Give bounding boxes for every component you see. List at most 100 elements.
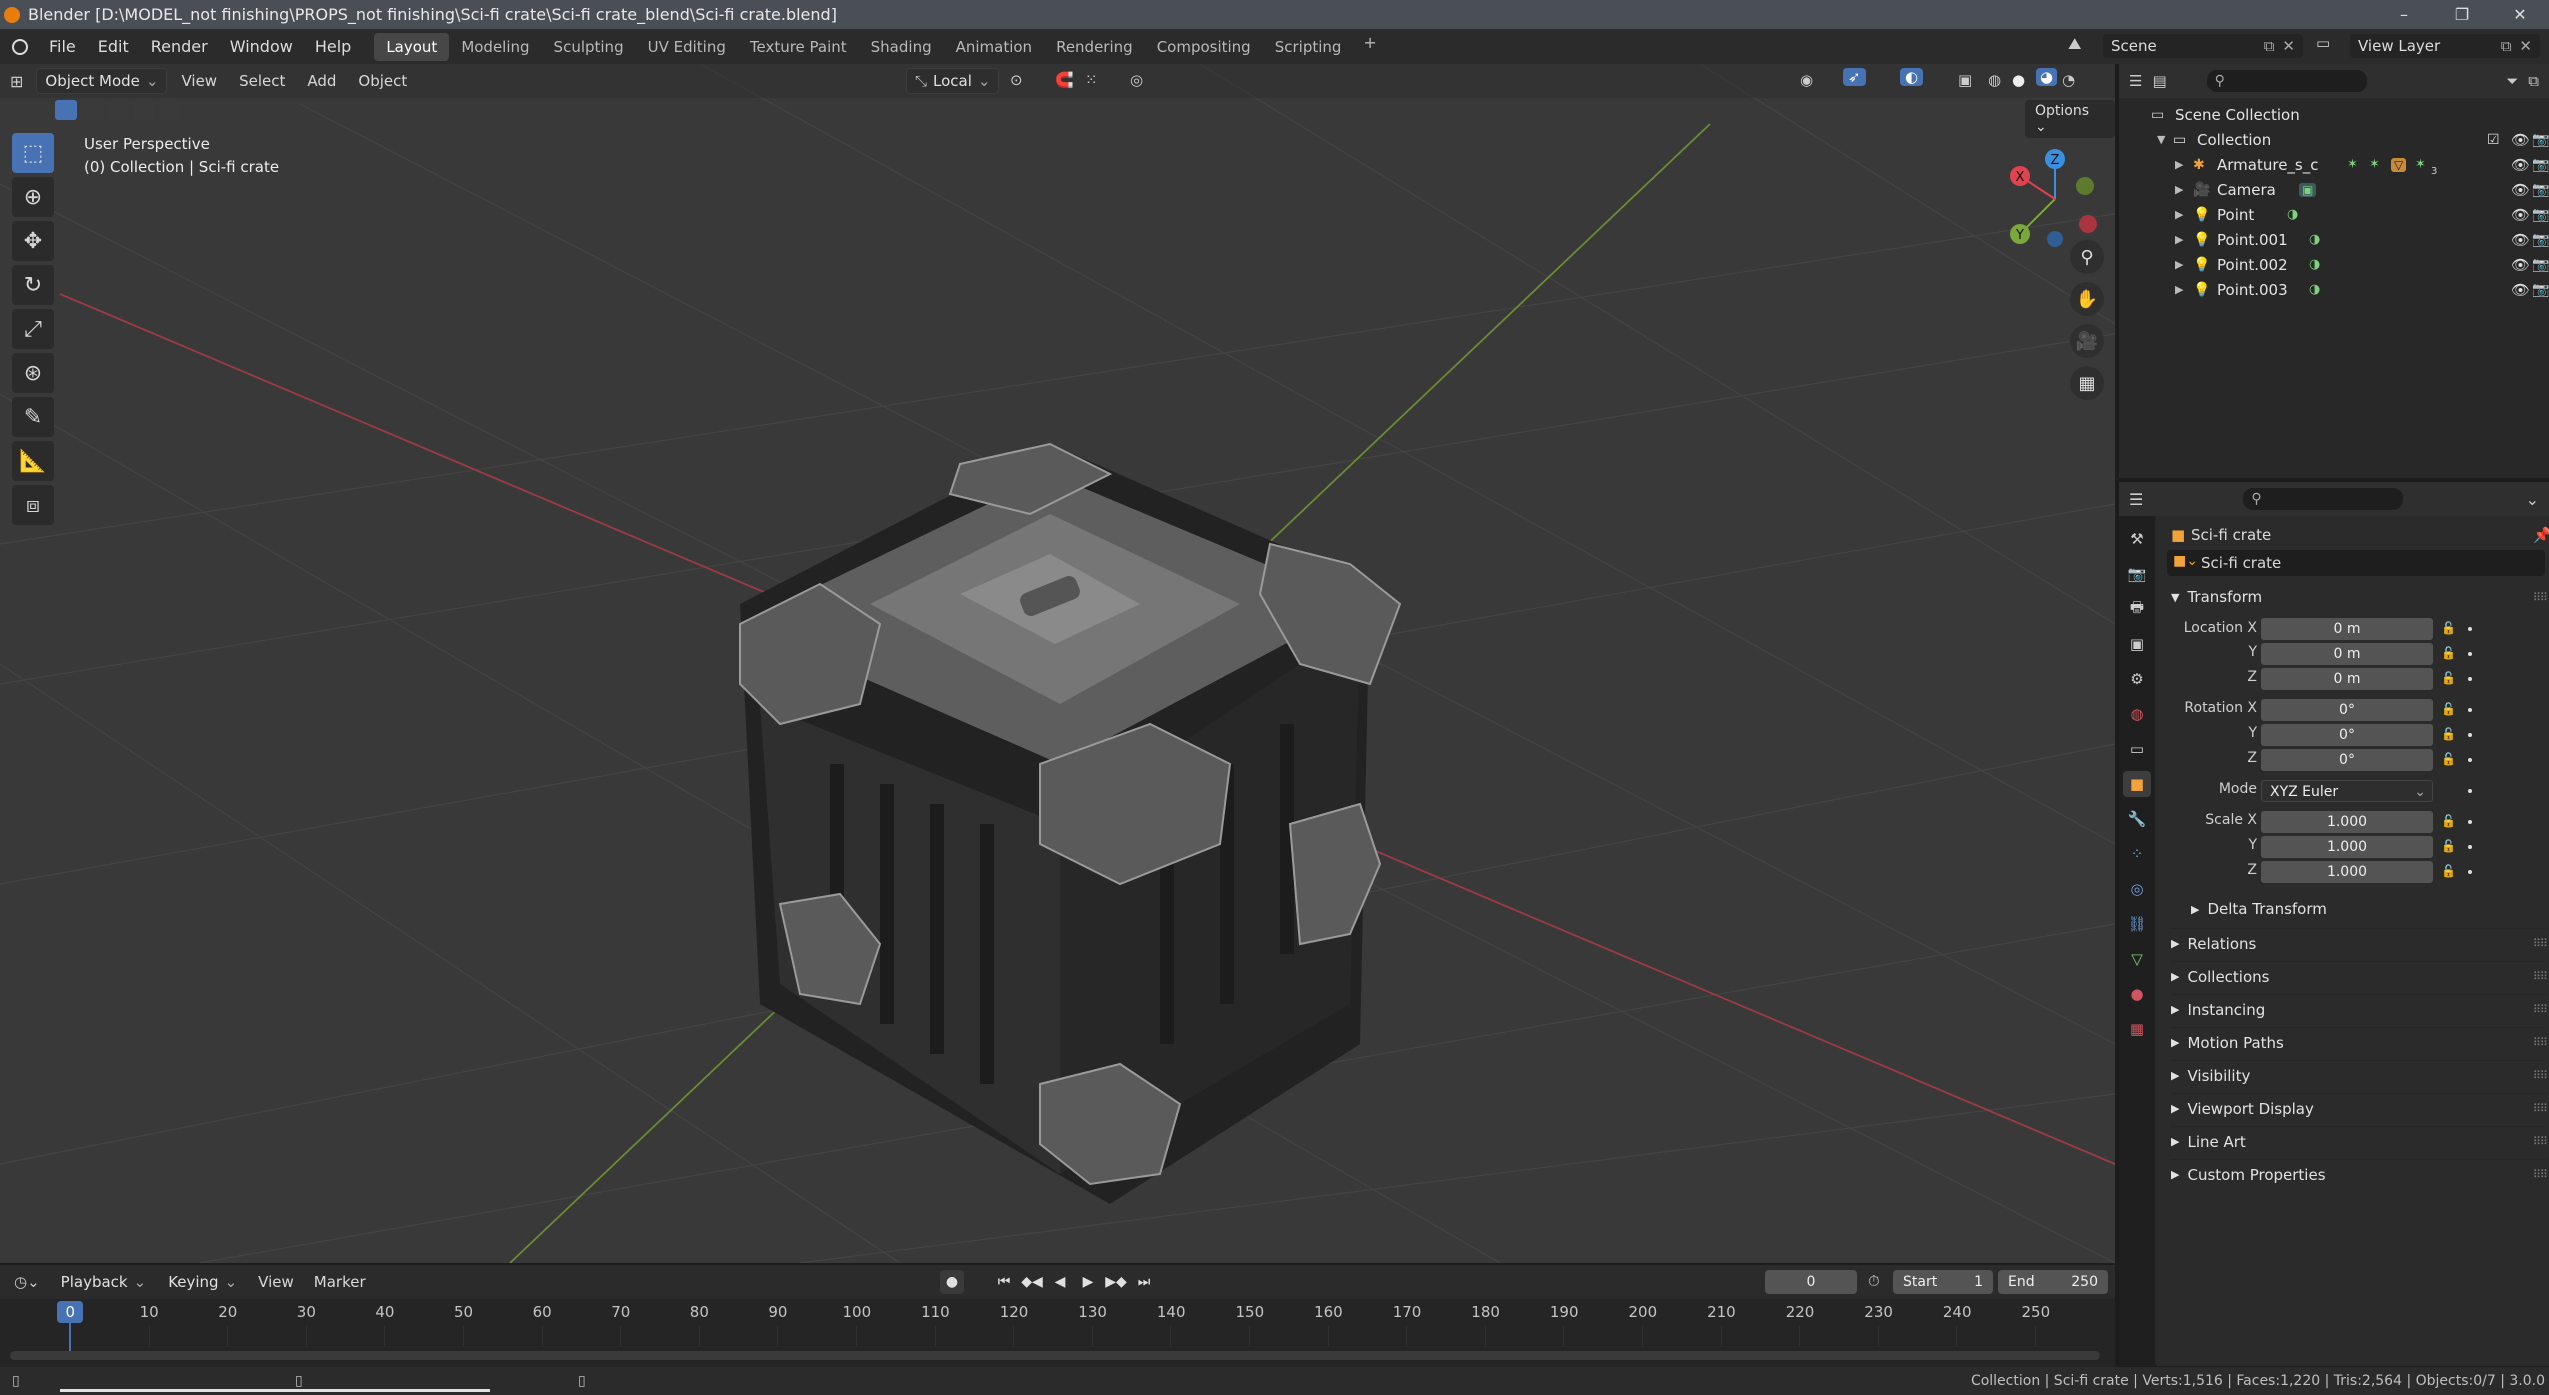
overlay-toggle-icon[interactable]: ◐ [1900, 68, 1924, 86]
scene-tab-icon[interactable]: ⚙ [2123, 666, 2151, 692]
render-camera-icon[interactable]: 📷 [2532, 207, 2549, 223]
lock-icon[interactable]: 🔓 [2441, 814, 2456, 828]
xray-icon[interactable]: ▣ [1958, 71, 1972, 89]
tab-rendering[interactable]: Rendering [1044, 33, 1145, 61]
start-frame-field[interactable]: Start 1 [1893, 1270, 1993, 1294]
outliner-row-scene-collection[interactable]: ▭ Scene Collection [2119, 102, 2549, 127]
visibility-eye-icon[interactable]: 👁 [2511, 206, 2530, 224]
solid-shading-icon[interactable]: ● [2012, 71, 2025, 89]
ortho-grid-icon[interactable]: ▦ [2070, 366, 2104, 400]
properties-search-input[interactable]: ⚲ [2243, 488, 2404, 510]
timeline-scrollbar[interactable] [10, 1351, 2100, 1360]
tab-layout[interactable]: Layout [374, 32, 450, 61]
drag-handle-icon[interactable]: ⠿⠿ [2533, 1135, 2548, 1148]
scale-z-field[interactable]: 1.000 [2261, 861, 2433, 883]
rotation-y-field[interactable]: 0° [2261, 724, 2433, 746]
sci-fi-crate-model[interactable] [739, 442, 1402, 1204]
keyframe-dot-icon[interactable] [2468, 733, 2472, 737]
minimize-button[interactable]: – [2375, 5, 2433, 24]
rotation-z-field[interactable]: 0° [2261, 749, 2433, 771]
custom-properties-panel[interactable]: ▶ Custom Properties ⠿⠿ [2171, 1159, 2548, 1189]
texture-tab-icon[interactable]: ▦ [2123, 1016, 2151, 1042]
record-icon[interactable]: ● [940, 1270, 964, 1294]
viewport-display-panel[interactable]: ▶ Viewport Display ⠿⠿ [2171, 1093, 2548, 1123]
collections-panel[interactable]: ▶ Collections ⠿⠿ [2171, 961, 2548, 991]
location-y-field[interactable]: 0 m [2261, 643, 2433, 665]
menu-file[interactable]: File [38, 37, 87, 56]
object-name-field[interactable]: ■⌄ Sci-fi crate [2167, 550, 2545, 576]
select-extend-icon[interactable] [81, 100, 103, 120]
instancing-panel[interactable]: ▶ Instancing ⠿⠿ [2171, 994, 2548, 1024]
bone-icon[interactable]: ✶ [2369, 157, 2380, 172]
children-icon[interactable]: ✶ [2415, 157, 2426, 172]
new-view-layer-icon[interactable]: ⧉ [2501, 37, 2512, 55]
drag-handle-icon[interactable]: ⠿⠿ [2533, 591, 2548, 604]
pose-icon[interactable]: ✶ [2347, 157, 2358, 172]
outliner-row-armature[interactable]: ▶ ✱ Armature_s_c ✶ ✶ ▽ ✶ 3 👁 📷 [2119, 152, 2549, 178]
keyframe-dot-icon[interactable] [2468, 820, 2472, 824]
rotation-x-field[interactable]: 0° [2261, 699, 2433, 721]
particles-tab-icon[interactable]: ⁘ [2123, 841, 2151, 867]
lock-icon[interactable]: 🔓 [2441, 646, 2456, 660]
editor-type-icon[interactable]: ⊞ [0, 72, 33, 91]
transform-tool-icon[interactable]: ⊛ [12, 353, 54, 393]
add-cube-tool-icon[interactable]: ⧈ [12, 485, 54, 525]
timeline-area[interactable]: 0 10 20 30 40 50 60 70 80 90 100 110 120 130 140 150 160… [0, 1299, 2115, 1367]
gizmo-toggle-icon[interactable]: ➶ [1843, 68, 1866, 86]
keyframe-dot-icon[interactable] [2468, 677, 2472, 681]
pan-hand-icon[interactable]: ✋ [2070, 282, 2104, 316]
render-tab-icon[interactable]: 📷 [2123, 561, 2151, 587]
drag-handle-icon[interactable]: ⠿⠿ [2533, 1102, 2548, 1115]
scene-selector[interactable]: Scene ⧉ ✕ [2103, 34, 2303, 58]
keyframe-dot-icon[interactable] [2468, 652, 2472, 656]
scale-tool-icon[interactable]: ⤢ [12, 309, 54, 349]
camera-view-icon[interactable]: 🎥 [2070, 324, 2104, 358]
jump-start-icon[interactable]: ⏮ [992, 1270, 1016, 1294]
outliner-row-point-002[interactable]: ▶ 💡 Point.002 ◑ 👁 📷 [2119, 252, 2549, 277]
render-camera-icon[interactable]: 📷 [2532, 132, 2549, 148]
output-tab-icon[interactable]: 🖶 [2123, 596, 2151, 622]
render-camera-icon[interactable]: 📷 [2532, 232, 2549, 248]
drag-handle-icon[interactable]: ⠿⠿ [2533, 1003, 2548, 1016]
lock-icon[interactable]: 🔓 [2441, 727, 2456, 741]
outliner-editor-icon[interactable]: ☰ [2129, 72, 2142, 90]
visibility-eye-icon[interactable]: 👁 [2511, 256, 2530, 274]
tab-texture-paint[interactable]: Texture Paint [738, 33, 859, 61]
menu-help[interactable]: Help [304, 37, 362, 56]
chevron-down-icon[interactable]: ⌄ [2526, 490, 2539, 509]
play-reverse-icon[interactable]: ◀ [1048, 1270, 1072, 1294]
outliner-row-point[interactable]: ▶ 💡 Point ◑ 👁 📷 [2119, 202, 2549, 227]
jump-end-icon[interactable]: ⏭ [1132, 1270, 1156, 1294]
light-data-icon[interactable]: ◑ [2309, 282, 2320, 297]
drag-handle-icon[interactable]: ⠿⠿ [2533, 970, 2548, 983]
visibility-eye-icon[interactable]: 👁 [2511, 181, 2530, 199]
viewport-menu-object[interactable]: Object [347, 72, 418, 90]
camera-data-icon[interactable]: ▣ [2299, 182, 2317, 197]
object-tab-icon[interactable]: ■ [2123, 771, 2151, 797]
timeline-marker-menu[interactable]: Marker [304, 1273, 376, 1291]
rotate-tool-icon[interactable]: ↻ [12, 265, 54, 305]
tab-scripting[interactable]: Scripting [1263, 33, 1354, 61]
collection-tab-icon[interactable]: ▭ [2123, 736, 2151, 762]
keyframe-dot-icon[interactable] [2468, 627, 2472, 631]
menu-edit[interactable]: Edit [87, 37, 140, 56]
motion-paths-panel[interactable]: ▶ Motion Paths ⠿⠿ [2171, 1027, 2548, 1057]
expand-arrow-icon[interactable]: ▶ [2175, 283, 2183, 296]
drag-handle-icon[interactable]: ⠿⠿ [2533, 1036, 2548, 1049]
new-scene-icon[interactable]: ⧉ [2264, 37, 2275, 55]
world-tab-icon[interactable]: ◍ [2123, 701, 2151, 727]
object-mode-dropdown[interactable]: Object Mode ⌄ [36, 68, 168, 94]
lock-icon[interactable]: 🔓 [2441, 839, 2456, 853]
navigation-gizmo[interactable]: Z Y X [2000, 144, 2110, 254]
new-collection-icon[interactable]: ⧉ [2528, 72, 2539, 90]
rendered-shading-icon[interactable]: ◔ [2062, 71, 2075, 89]
outliner-search-input[interactable]: ⚲ [2206, 70, 2367, 92]
expand-arrow-icon[interactable]: ▶ [2175, 183, 2183, 196]
keyframe-dot-icon[interactable] [2468, 870, 2472, 874]
tab-animation[interactable]: Animation [944, 33, 1044, 61]
material-shading-icon[interactable]: ◕ [2036, 68, 2058, 86]
select-intersect-icon[interactable] [159, 100, 181, 120]
wireframe-shading-icon[interactable]: ◍ [1988, 71, 2001, 89]
drag-handle-icon[interactable]: ⠿⠿ [2533, 937, 2548, 950]
exclude-checkbox[interactable]: ☑ [2487, 132, 2500, 148]
